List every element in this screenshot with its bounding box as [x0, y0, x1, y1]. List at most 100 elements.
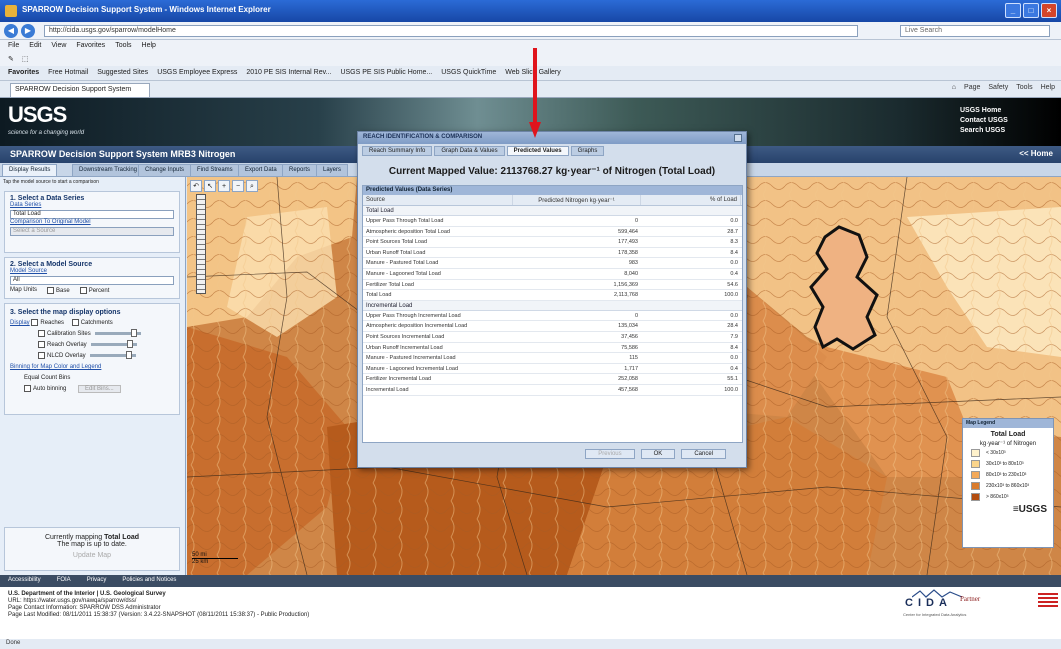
auto-binning-checkbox[interactable]: Auto binning Edit Bins...: [10, 384, 174, 395]
tab-change-inputs[interactable]: Change Inputs: [138, 164, 192, 177]
cell-source: Upper Pass Through Incremental Load: [366, 312, 461, 319]
menu-help[interactable]: Help: [142, 42, 156, 51]
zoom-slider[interactable]: [196, 194, 206, 294]
table-row: Atmospheric deposition Total Load 599,464…: [363, 227, 742, 238]
zoom-box-icon[interactable]: ⌕: [246, 180, 258, 192]
zoom-out-icon[interactable]: −: [232, 180, 244, 192]
fav-item[interactable]: Favorites: [8, 69, 39, 77]
safety-menu[interactable]: Safety: [988, 84, 1008, 91]
col-predicted[interactable]: Predicted Nitrogen kg·year⁻¹: [513, 195, 641, 205]
minimize-button[interactable]: _: [1005, 3, 1021, 18]
search-usgs-link[interactable]: Search USGS: [960, 126, 1008, 136]
tab-reach-summary[interactable]: Reach Summary Info: [362, 146, 433, 156]
identify-icon[interactable]: ↖: [204, 180, 216, 192]
flag-icon: [1038, 593, 1058, 607]
table-group-header[interactable]: Total Load: [363, 206, 742, 216]
home-icon[interactable]: ⌂: [952, 84, 956, 91]
legend-bin-label: > 860x10³: [986, 493, 1009, 500]
cancel-button[interactable]: Cancel: [681, 449, 726, 459]
cell-percent: 55.1: [727, 376, 738, 383]
browser-tab[interactable]: SPARROW Decision Support System: [10, 83, 150, 97]
tab-export-data[interactable]: Export Data: [238, 164, 284, 177]
home-link[interactable]: << Home: [1019, 149, 1053, 158]
tab-graphs[interactable]: Graphs: [570, 146, 605, 156]
percent-option[interactable]: Percent: [79, 287, 109, 294]
update-map-button[interactable]: Update Map: [62, 552, 122, 559]
fav-item[interactable]: Free Hotmail: [48, 69, 88, 77]
address-bar: ◀ ▶ http://cida.usgs.gov/sparrow/modelHo…: [0, 22, 1061, 40]
convert-icon[interactable]: ✎: [8, 55, 14, 64]
model-source-select[interactable]: All: [10, 276, 174, 285]
edit-bins-button[interactable]: Edit Bins...: [78, 385, 121, 393]
fav-item[interactable]: USGS QuickTime: [441, 69, 496, 77]
accessibility-link[interactable]: Accessibility: [8, 577, 41, 585]
foia-link[interactable]: FOIA: [57, 577, 71, 585]
browser-window: SPARROW Decision Support System - Window…: [0, 0, 1061, 649]
menu-file[interactable]: File: [8, 42, 19, 51]
comparison-select[interactable]: Select a Source: [10, 227, 174, 236]
contact-usgs-link[interactable]: Contact USGS: [960, 116, 1008, 126]
url-input[interactable]: http://cida.usgs.gov/sparrow/modelHome: [44, 25, 858, 37]
col-percent[interactable]: % of Load: [641, 195, 741, 205]
cell-source: Manure - Pastured Incremental Load: [366, 355, 456, 362]
menu-tools[interactable]: Tools: [115, 42, 131, 51]
cell-predicted: 37,456: [621, 333, 638, 340]
opacity-slider[interactable]: [89, 350, 136, 359]
table-group-header[interactable]: Incremental Load: [363, 300, 742, 311]
menu-edit[interactable]: Edit: [29, 42, 41, 51]
reaches-radio[interactable]: [31, 318, 39, 326]
previous-button[interactable]: Previous: [585, 449, 635, 459]
ie-icon: [5, 5, 17, 17]
pan-icon[interactable]: ↶: [190, 180, 202, 192]
legend-swatch: [971, 459, 980, 468]
base-option[interactable]: Base: [47, 287, 70, 294]
opacity-slider[interactable]: [90, 339, 137, 348]
table-row: Incremental Load 457,568 100.0: [363, 385, 742, 396]
layer-reach-overlay[interactable]: Reach Overlay: [10, 339, 174, 351]
search-input[interactable]: Live Search: [900, 25, 1050, 37]
page-menu[interactable]: Page: [964, 84, 980, 91]
layer-calibration[interactable]: Calibration Sites: [10, 328, 174, 340]
tab-predicted-values[interactable]: Predicted Values: [506, 146, 569, 156]
bin-option[interactable]: Equal Count Bins: [10, 373, 174, 384]
binning-link[interactable]: Binning for Map Color and Legend: [10, 362, 174, 373]
tab-display-results[interactable]: Display Results: [2, 164, 58, 177]
zoom-in-icon[interactable]: +: [218, 180, 230, 192]
ok-button[interactable]: OK: [640, 449, 676, 459]
policies-link[interactable]: Policies and Notices: [122, 577, 176, 585]
close-button[interactable]: ×: [1041, 3, 1057, 18]
cell-percent: 54.6: [727, 281, 738, 288]
fav-item[interactable]: Suggested Sites: [97, 69, 148, 77]
tools-menu[interactable]: Tools: [1016, 84, 1032, 91]
partner-logo[interactable]: Partner: [960, 595, 980, 603]
fav-item[interactable]: 2010 PE SIS Internal Rev...: [246, 69, 331, 77]
maximize-button[interactable]: □: [1023, 3, 1039, 18]
catchments-radio[interactable]: [71, 318, 79, 326]
usgs-tagline: science for a changing world: [8, 130, 85, 136]
menu-favorites[interactable]: Favorites: [76, 42, 105, 51]
fav-item[interactable]: USGS PE SIS Public Home...: [340, 69, 432, 77]
forward-icon[interactable]: ▶: [21, 24, 35, 38]
layer-nlcd[interactable]: NLCD Overlay: [10, 350, 174, 362]
back-icon[interactable]: ◀: [4, 24, 18, 38]
tab-find-streams[interactable]: Find Streams: [190, 164, 240, 177]
table-row: Atmospheric deposition Incremental Load 1…: [363, 321, 742, 332]
help-menu[interactable]: Help: [1041, 84, 1055, 91]
usgs-logo[interactable]: USGS: [8, 102, 67, 128]
menu-view[interactable]: View: [51, 42, 66, 51]
comparison-link[interactable]: Comparison To Original Model: [10, 219, 174, 225]
select-icon[interactable]: ⬚: [22, 55, 29, 64]
tab-reports[interactable]: Reports: [282, 164, 318, 177]
data-series-select[interactable]: Total Load: [10, 210, 174, 219]
tab-downstream-tracking[interactable]: Downstream Tracking: [72, 164, 145, 177]
privacy-link[interactable]: Privacy: [87, 577, 107, 585]
usgs-home-link[interactable]: USGS Home: [960, 106, 1008, 116]
fav-item[interactable]: USGS Employee Express: [157, 69, 237, 77]
table-row: Point Sources Incremental Load 37,456 7.9: [363, 332, 742, 343]
tab-layers[interactable]: Layers: [316, 164, 349, 177]
tab-graph-data[interactable]: Graph Data & Values: [434, 146, 505, 156]
opacity-slider[interactable]: [94, 328, 141, 337]
cida-logo[interactable]: CIDA: [905, 597, 952, 609]
dialog-close-icon[interactable]: [734, 134, 742, 142]
col-source[interactable]: Source: [363, 195, 513, 205]
